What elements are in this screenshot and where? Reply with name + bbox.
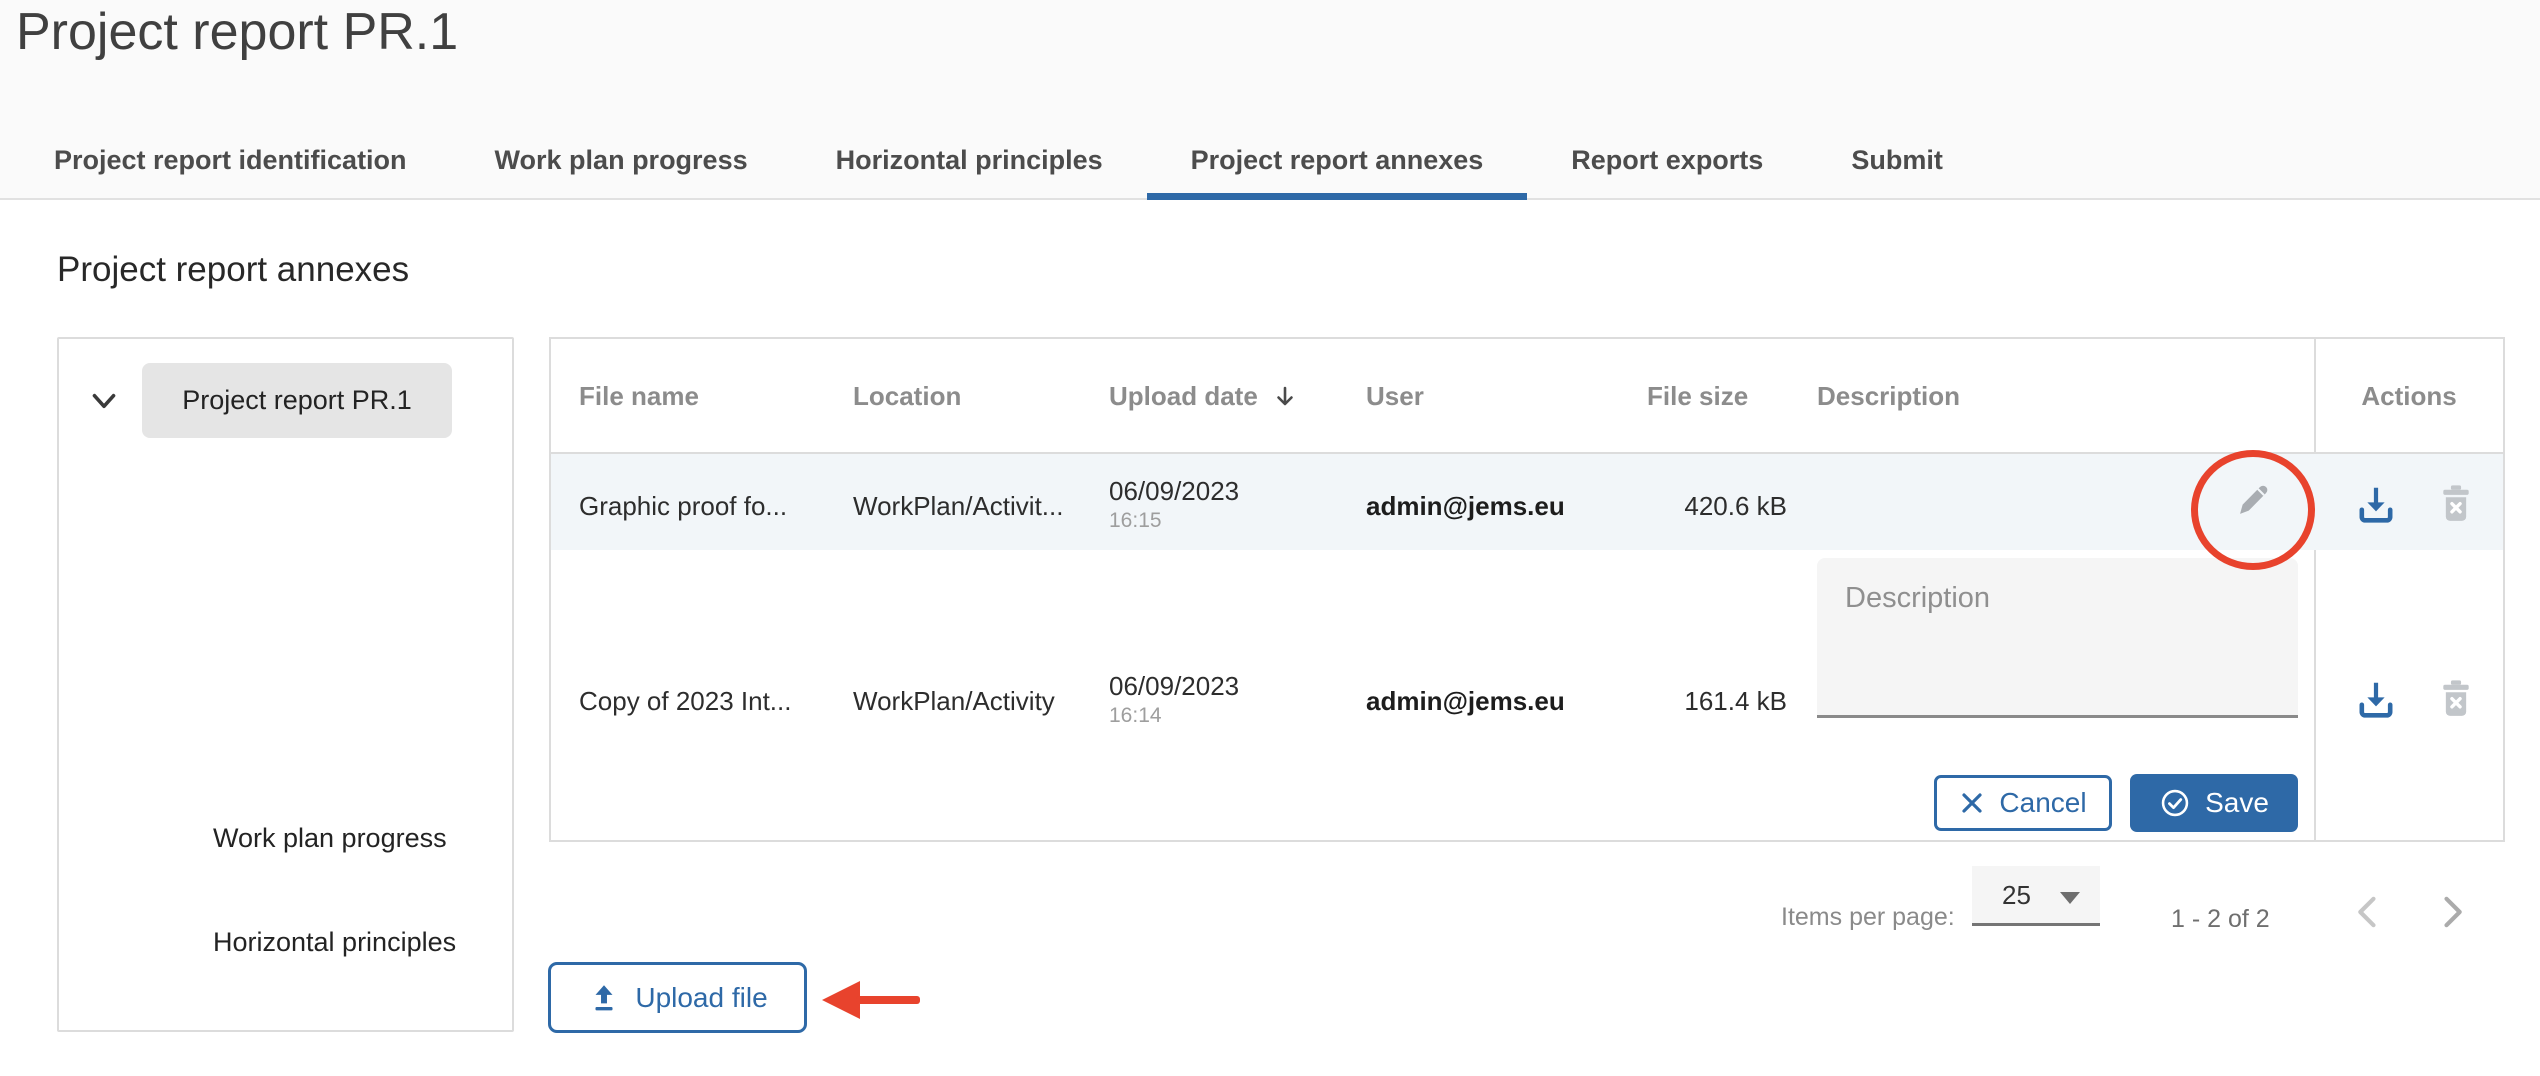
next-page-button[interactable] — [2430, 890, 2474, 934]
save-button[interactable]: Save — [2130, 774, 2298, 832]
cancel-button[interactable]: Cancel — [1934, 775, 2112, 831]
delete-file-button[interactable] — [2435, 677, 2477, 721]
description-textarea[interactable] — [1817, 558, 2298, 718]
column-header-user[interactable]: User — [1366, 381, 1424, 412]
upload-date-cell: 06/09/2023 — [1109, 476, 1239, 507]
tab-work-plan-progress[interactable]: Work plan progress — [451, 124, 792, 198]
chevron-left-icon — [2346, 890, 2390, 934]
sort-arrow-down-icon — [1272, 384, 1298, 410]
download-icon — [2353, 677, 2399, 723]
tree-item-horizontal-principles[interactable]: Horizontal principles — [213, 927, 456, 958]
page-header: Project report PR.1 Project report ident… — [0, 0, 2540, 200]
project-report-screen: Project report PR.1 Project report ident… — [0, 0, 2540, 1076]
column-header-description: Description — [1817, 381, 1960, 412]
annex-tree-panel: Project report PR.1 Work plan progress H… — [57, 337, 514, 1032]
upload-time-cell: 16:15 — [1109, 509, 1162, 533]
items-per-page-value: 25 — [2002, 880, 2031, 911]
tab-submit[interactable]: Submit — [1807, 124, 1987, 198]
column-header-file-size[interactable]: File size — [1647, 381, 1748, 412]
download-file-button[interactable] — [2353, 482, 2399, 528]
edit-description-button[interactable] — [2231, 477, 2275, 521]
tree-item-project-report[interactable]: Project report PR.1 — [142, 363, 452, 438]
annex-file-table: File name Location Upload date User File… — [549, 337, 2505, 842]
download-icon — [2353, 482, 2399, 528]
tab-project-report-annexes[interactable]: Project report annexes — [1147, 124, 1528, 198]
chevron-right-icon — [2430, 890, 2474, 934]
column-header-location[interactable]: Location — [853, 381, 961, 412]
page-range-label: 1 - 2 of 2 — [2171, 905, 2270, 934]
section-heading: Project report annexes — [57, 250, 409, 290]
column-header-upload-date[interactable]: Upload date — [1109, 381, 1298, 412]
file-name-cell: Graphic proof fo... — [579, 491, 787, 522]
delete-file-button[interactable] — [2435, 482, 2477, 526]
user-cell: admin@jems.eu — [1366, 686, 1565, 717]
table-header-row: File name Location Upload date User File… — [551, 339, 2503, 454]
upload-icon — [587, 981, 621, 1015]
tree-item-work-plan-progress[interactable]: Work plan progress — [213, 823, 447, 854]
column-header-file-name[interactable]: File name — [579, 381, 699, 412]
tab-project-report-identification[interactable]: Project report identification — [10, 124, 451, 198]
trash-icon — [2435, 677, 2477, 721]
check-circle-icon — [2159, 787, 2191, 819]
download-file-button[interactable] — [2353, 677, 2399, 723]
column-header-actions: Actions — [2314, 381, 2504, 412]
previous-page-button[interactable] — [2346, 890, 2390, 934]
upload-time-cell: 16:14 — [1109, 704, 1162, 728]
upload-date-cell: 06/09/2023 — [1109, 671, 1239, 702]
location-cell: WorkPlan/Activity — [853, 686, 1055, 717]
tab-report-exports[interactable]: Report exports — [1527, 124, 1807, 198]
close-icon — [1959, 790, 1985, 816]
file-size-cell: 420.6 kB — [1647, 491, 1787, 522]
dropdown-arrow-icon — [2060, 892, 2080, 904]
upload-file-button[interactable]: Upload file — [548, 962, 807, 1033]
tab-horizontal-principles[interactable]: Horizontal principles — [792, 124, 1147, 198]
trash-icon — [2435, 482, 2477, 526]
location-cell: WorkPlan/Activit... — [853, 491, 1063, 522]
page-title: Project report PR.1 — [16, 2, 458, 62]
annotation-arrow — [818, 972, 924, 1028]
active-tab-indicator — [1147, 193, 1528, 200]
file-size-cell: 161.4 kB — [1647, 686, 1787, 717]
chevron-down-icon[interactable] — [86, 383, 122, 419]
items-per-page-select[interactable]: 25 — [1972, 866, 2100, 926]
items-per-page-label: Items per page: — [1781, 903, 1955, 932]
user-cell: admin@jems.eu — [1366, 491, 1565, 522]
pencil-icon — [2231, 477, 2275, 521]
file-name-cell: Copy of 2023 Int... — [579, 686, 791, 717]
tab-bar: Project report identification Work plan … — [10, 124, 1987, 198]
